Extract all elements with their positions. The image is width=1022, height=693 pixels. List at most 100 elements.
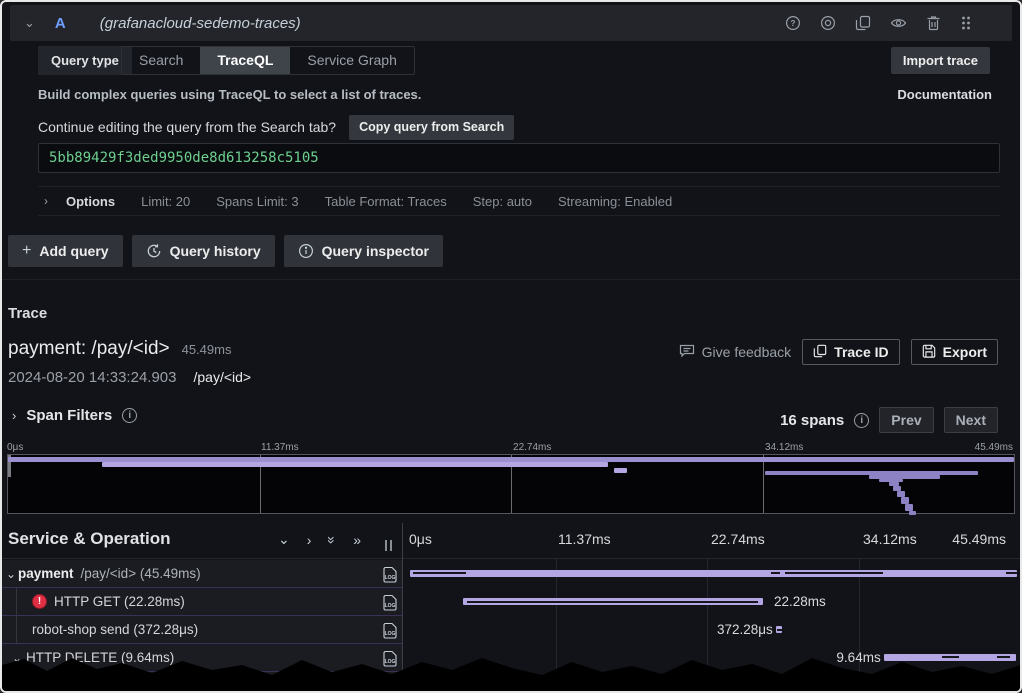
span-name-cell[interactable]: ! HTTP GET (22.28ms) LOG: [2, 588, 402, 616]
span-service: payment: [18, 566, 74, 581]
logs-icon[interactable]: LOG: [383, 566, 397, 586]
span-bar-area[interactable]: [405, 560, 1018, 588]
collapse-one-icon[interactable]: ⌄: [278, 531, 290, 548]
torn-edge-decoration: [2, 651, 1022, 691]
timeline-tick-0: 0μs: [409, 531, 432, 547]
minimap-axis: 0μs 11.37ms 22.74ms 34.12ms 45.49ms: [7, 442, 1015, 453]
span-name-cell[interactable]: ⌄ payment /pay/<id> (45.49ms) LOG: [2, 560, 402, 588]
export-button[interactable]: Export: [911, 339, 998, 365]
trace-duration: 45.49ms: [182, 342, 232, 357]
minimap-span-bar: [614, 468, 627, 473]
trace-id-button[interactable]: Trace ID: [802, 339, 899, 365]
indent-guide: [16, 588, 17, 615]
span-bar-area[interactable]: 372.28μs: [405, 616, 1018, 644]
service-operation-header[interactable]: Service & Operation: [8, 529, 171, 549]
plus-icon: +: [22, 242, 31, 260]
span-name-cell[interactable]: robot-shop send (372.28μs) LOG: [2, 616, 402, 644]
column-resize-handle[interactable]: [385, 540, 392, 551]
query-collapse-icon[interactable]: ⌄: [24, 15, 35, 31]
drag-handle-icon[interactable]: [960, 15, 972, 31]
trace-root-span: /pay/<id>: [193, 369, 251, 385]
minimap-tick-4: 45.49ms: [975, 442, 1013, 453]
copy-query-button[interactable]: Copy query from Search: [349, 115, 514, 140]
hide-response-icon[interactable]: [890, 15, 907, 31]
span-count-info-icon[interactable]: i: [854, 413, 869, 428]
span-bar: [776, 626, 782, 633]
trace-title: payment: /pay/<id>: [8, 338, 170, 360]
span-row-payment: ⌄ payment /pay/<id> (45.49ms) LOG: [2, 560, 1020, 588]
timeline-tick-4: 45.49ms: [952, 531, 1006, 547]
trace-start-time: 2024-08-20 14:33:24.903: [8, 369, 176, 386]
section-divider: [2, 279, 1020, 280]
indent-guide: [16, 616, 17, 643]
timeline-tick-3: 34.12ms: [863, 531, 917, 547]
minimap-tick-1: 11.37ms: [261, 442, 299, 453]
prev-span-button[interactable]: Prev: [879, 407, 933, 433]
minimap-span-bar: [901, 497, 909, 504]
error-icon: !: [32, 594, 47, 609]
logs-icon[interactable]: LOG: [383, 594, 397, 614]
comment-icon: [679, 343, 695, 361]
traceql-query-input[interactable]: 5bb89429f3ded9950de8d613258c5105: [38, 143, 1000, 173]
option-streaming: Streaming: Enabled: [558, 194, 672, 209]
save-icon: [922, 344, 936, 361]
minimap-canvas[interactable]: [7, 454, 1015, 514]
logs-icon[interactable]: LOG: [383, 622, 397, 642]
add-query-button[interactable]: + Add query: [8, 235, 123, 267]
collapse-all-icon[interactable]: »: [324, 536, 340, 544]
span-count: 16 spans: [780, 412, 844, 429]
disable-query-icon[interactable]: [820, 15, 836, 31]
tab-search[interactable]: Search: [122, 47, 200, 74]
trace-panel-title: Trace: [8, 305, 47, 322]
options-expand-icon[interactable]: ›: [44, 194, 48, 208]
tab-traceql[interactable]: TraceQL: [200, 47, 290, 74]
give-feedback-link[interactable]: Give feedback: [679, 343, 792, 361]
expand-one-icon[interactable]: ›: [307, 532, 312, 548]
history-icon: [146, 243, 162, 259]
query-type-label: Query type: [38, 46, 132, 75]
options-row: › Options Limit: 20 Spans Limit: 3 Table…: [38, 186, 1000, 216]
svg-text:?: ?: [791, 19, 796, 28]
tab-service-graph[interactable]: Service Graph: [290, 47, 413, 74]
span-filters-info-icon[interactable]: i: [122, 408, 137, 423]
minimap-tick-0: 0μs: [7, 442, 23, 453]
option-spans-limit: Spans Limit: 3: [216, 194, 298, 209]
next-span-button[interactable]: Next: [944, 407, 998, 433]
option-limit: Limit: 20: [141, 194, 190, 209]
options-label[interactable]: Options: [66, 194, 115, 209]
minimap-span-bar: [909, 511, 916, 515]
svg-text:LOG: LOG: [385, 575, 396, 581]
span-row-robot-shop-send: robot-shop send (372.28μs) LOG 372.28μs: [2, 616, 1020, 644]
span-operation: /pay/<id> (45.49ms): [81, 566, 201, 581]
span-filters-label[interactable]: Span Filters: [26, 407, 112, 424]
minimap-span-bar: [905, 504, 913, 511]
help-icon[interactable]: ?: [785, 15, 801, 31]
option-table-format: Table Format: Traces: [325, 194, 447, 209]
expand-all-icon[interactable]: »: [353, 532, 361, 548]
duplicate-query-icon[interactable]: [855, 15, 871, 31]
query-type-tabs: Search TraceQL Service Graph: [121, 46, 415, 75]
minimap-tick-2: 22.74ms: [513, 442, 551, 453]
span-bar: [410, 570, 1017, 577]
delete-query-icon[interactable]: [926, 15, 941, 31]
span-duration-label: 372.28μs: [717, 622, 773, 637]
span-filters-expand-icon[interactable]: ›: [12, 408, 16, 423]
datasource-label: (grafanacloud-sedemo-traces): [100, 15, 301, 32]
chevron-down-icon[interactable]: ⌄: [4, 567, 18, 581]
documentation-link[interactable]: Documentation: [897, 87, 992, 102]
query-header: ⌄ A (grafanacloud-sedemo-traces) ?: [10, 5, 1012, 41]
query-inspector-button[interactable]: Query inspector: [284, 235, 443, 267]
import-trace-button[interactable]: Import trace: [891, 47, 990, 74]
svg-text:LOG: LOG: [385, 603, 396, 609]
info-circle-icon: [298, 243, 314, 259]
timeline-header: Service & Operation ⌄ › » » 0μs 11.37ms …: [2, 523, 1020, 559]
span-duration-label: 22.28ms: [774, 594, 826, 609]
span-bar-area[interactable]: 22.28ms: [405, 588, 1018, 616]
query-ref-id: A: [55, 15, 66, 32]
copy-icon: [813, 344, 827, 361]
option-step: Step: auto: [473, 194, 532, 209]
span-row-http-get: ! HTTP GET (22.28ms) LOG 22.28ms: [2, 588, 1020, 616]
timeline-tick-1: 11.37ms: [558, 531, 611, 547]
query-history-button[interactable]: Query history: [132, 235, 275, 267]
span-bar: [463, 598, 763, 605]
